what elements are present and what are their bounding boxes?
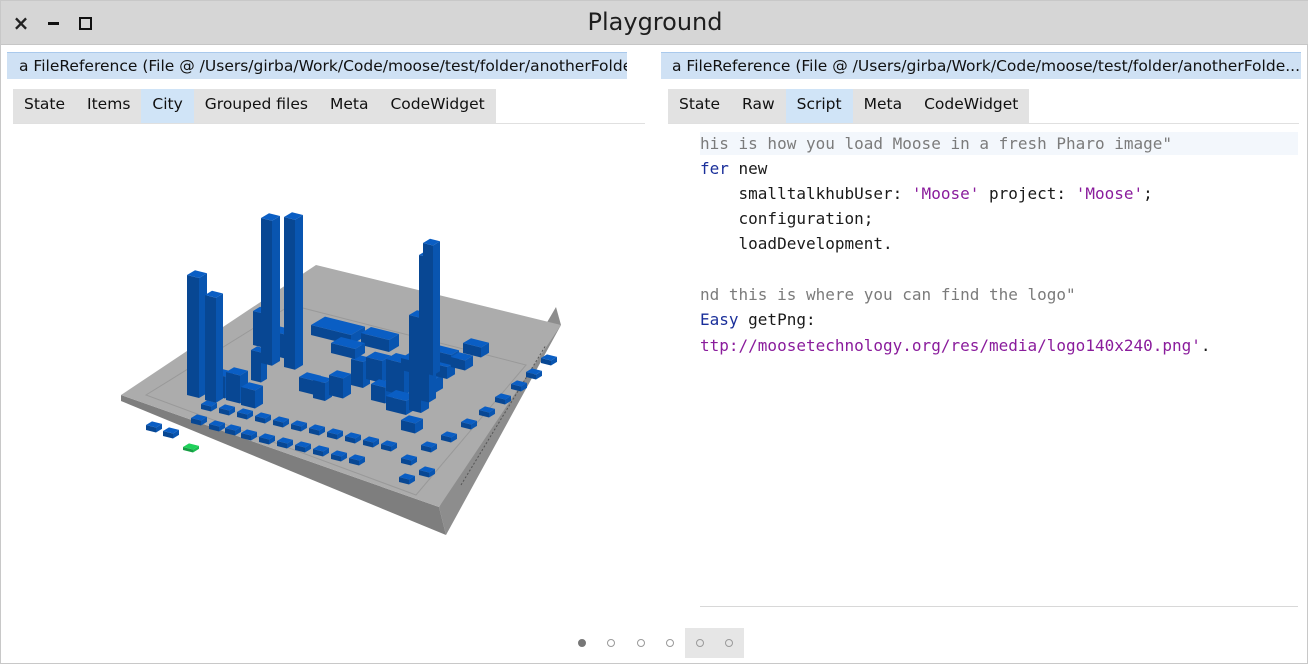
left-inspector-pane: a FileReference (File @ /Users/girba/Wor… <box>1 45 653 663</box>
code-variable: Easy <box>700 310 739 329</box>
pager-dot-visible[interactable] <box>685 628 715 658</box>
code-variable: fer <box>700 159 729 178</box>
pager-dot[interactable] <box>626 628 656 658</box>
tab-meta[interactable]: Meta <box>852 89 914 123</box>
right-inspector-pane: a FileReference (File @ /Users/girba/Wor… <box>657 45 1307 663</box>
code-line: ttp://moosetechnology.org/res/media/logo… <box>700 335 1211 357</box>
code-text: ; <box>1143 184 1153 203</box>
code-line: configuration; <box>700 209 874 228</box>
playground-window: × Playground a FileReference (File @ /Us… <box>0 0 1308 664</box>
city-building <box>241 382 263 409</box>
code-line: Easy getPng: <box>700 309 816 331</box>
pager-dot[interactable] <box>656 628 686 658</box>
code-text: . <box>1200 336 1211 355</box>
tab-divider <box>13 123 645 124</box>
tab-grouped-files[interactable]: Grouped files <box>193 89 319 123</box>
tab-raw[interactable]: Raw <box>731 89 786 123</box>
pager-dot-visible[interactable] <box>714 628 744 658</box>
code-string: ttp://moosetechnology.org/res/media/logo… <box>700 336 1201 355</box>
city-building <box>423 238 440 376</box>
script-editor[interactable]: his is how you load Moose in a fresh Pha… <box>700 132 1298 606</box>
code-line: loadDevelopment. <box>700 234 893 253</box>
window-title: Playground <box>587 8 723 36</box>
pane-pager <box>567 628 744 658</box>
city-building <box>261 213 280 366</box>
pager-dot[interactable] <box>597 628 627 658</box>
city-building <box>183 443 199 453</box>
code-line: nd this is where you can find the logo" <box>700 285 1076 304</box>
city-building <box>146 421 162 433</box>
tab-meta[interactable]: Meta <box>318 89 380 123</box>
city-building <box>329 370 351 399</box>
tab-city[interactable]: City <box>141 89 194 123</box>
code-text: new <box>728 159 768 178</box>
code-line: fer new <box>700 158 767 180</box>
tab-script[interactable]: Script <box>785 89 853 123</box>
code-string: 'Moose' <box>911 184 980 203</box>
title-bar[interactable]: × Playground <box>1 1 1308 45</box>
right-tab-bar: State Raw Script Meta CodeWidget <box>668 89 1030 123</box>
left-pane-header[interactable]: a FileReference (File @ /Users/girba/Wor… <box>7 52 627 79</box>
code-line: his is how you load Moose in a fresh Pha… <box>700 134 1173 153</box>
left-tab-bar: State Items City Grouped files Meta Code… <box>13 89 496 123</box>
pager-dot[interactable] <box>567 628 597 658</box>
city-building <box>284 212 303 370</box>
code-text: smalltalkhubUser: <box>700 184 912 203</box>
code-city-visualization[interactable] <box>101 195 571 545</box>
code-line: smalltalkhubUser: 'Moose' project: 'Moos… <box>700 183 1153 205</box>
city-building <box>205 290 223 403</box>
tab-state[interactable]: State <box>13 89 77 123</box>
tab-divider <box>668 123 1299 124</box>
code-text: project: <box>979 184 1076 203</box>
tab-state[interactable]: State <box>668 89 732 123</box>
code-text: getPng: <box>738 310 816 329</box>
right-pane-header[interactable]: a FileReference (File @ /Users/girba/Wor… <box>661 52 1301 79</box>
tab-items[interactable]: Items <box>76 89 142 123</box>
editor-divider <box>700 606 1298 607</box>
tab-codewidget[interactable]: CodeWidget <box>913 89 1030 123</box>
tab-codewidget[interactable]: CodeWidget <box>379 89 496 123</box>
city-building <box>163 427 179 439</box>
code-string: 'Moose' <box>1075 184 1144 203</box>
city-building <box>187 270 207 398</box>
